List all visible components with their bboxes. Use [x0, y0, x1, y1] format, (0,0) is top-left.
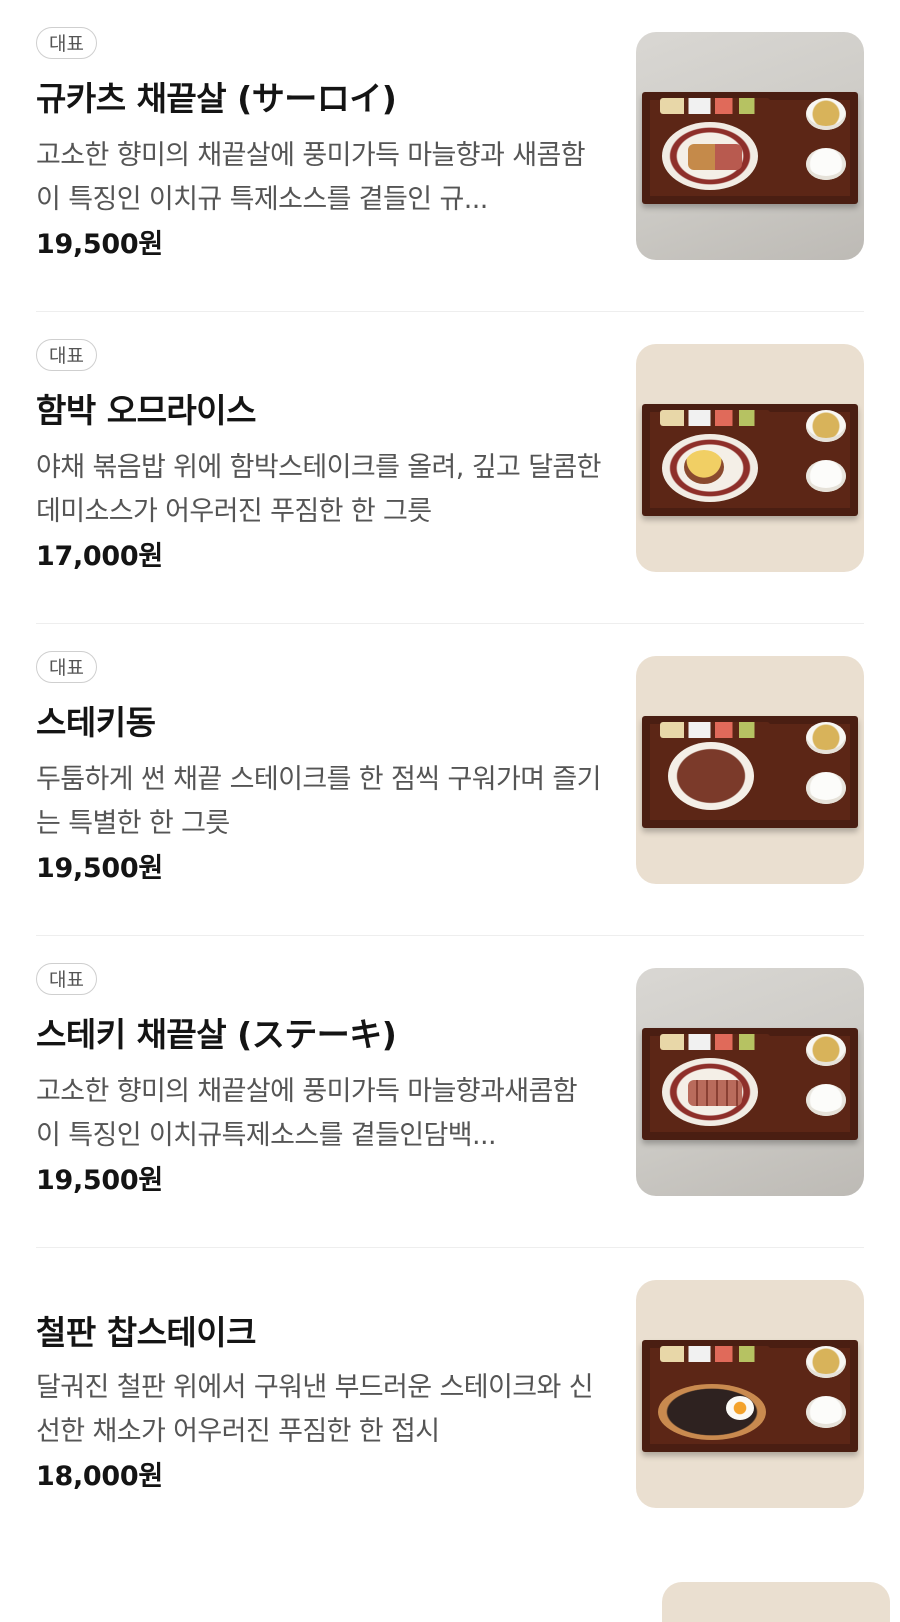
menu-item-price: 19,500원: [36, 853, 163, 884]
menu-item-photo[interactable]: [636, 1280, 864, 1508]
tray-image: [642, 716, 858, 828]
menu-item-description: 고소한 향미의 채끝살에 풍미가득 마늘향과 새콤함이 특징인 이치규 특제소스…: [36, 140, 586, 215]
tray-image: [642, 1340, 858, 1452]
menu-item-name: 스테키 채끝살 (ステーキ): [36, 1015, 397, 1054]
menu-item-description: 달궈진 철판 위에서 구워낸 부드러운 스테이크와 신선한 채소가 어우러진 푸…: [36, 1372, 594, 1447]
menu-item-name: 스테키동: [36, 703, 156, 742]
menu-item-photo[interactable]: [636, 32, 864, 260]
menu-item-description: 고소한 향미의 채끝살에 풍미가득 마늘향과새콤함이 특징인 이치규특제소스를 …: [36, 1076, 578, 1151]
menu-item-description: 야채 볶음밥 위에 함박스테이크를 올려, 깊고 달콤한 데미소스가 어우러진 …: [36, 452, 601, 527]
signature-badge: 대표: [36, 963, 97, 995]
menu-item[interactable]: 대표 함박 오므라이스 야채 볶음밥 위에 함박스테이크를 올려, 깊고 달콤한…: [36, 312, 864, 624]
next-item-photo-peek: [662, 1582, 890, 1622]
menu-item[interactable]: 대표 스테키동 두툼하게 썬 채끝 스테이크를 한 점씩 구워가며 즐기는 특별…: [36, 624, 864, 936]
signature-badge: 대표: [36, 339, 97, 371]
menu-item-photo[interactable]: [636, 344, 864, 572]
menu-item-name: 함박 오므라이스: [36, 391, 257, 430]
menu-item[interactable]: 철판 찹스테이크 달궈진 철판 위에서 구워낸 부드러운 스테이크와 신선한 채…: [36, 1248, 864, 1560]
menu-list: 대표 규카츠 채끝살 (サーロイ) 고소한 향미의 채끝살에 풍미가득 마늘향과…: [0, 0, 900, 1560]
menu-item[interactable]: 대표 스테키 채끝살 (ステーキ) 고소한 향미의 채끝살에 풍미가득 마늘향과…: [36, 936, 864, 1248]
menu-item-photo[interactable]: [636, 656, 864, 884]
menu-item-price: 17,000원: [36, 541, 163, 572]
menu-item[interactable]: 대표 규카츠 채끝살 (サーロイ) 고소한 향미의 채끝살에 풍미가득 마늘향과…: [36, 0, 864, 312]
signature-badge: 대표: [36, 27, 97, 59]
menu-item-description: 두툼하게 썬 채끝 스테이크를 한 점씩 구워가며 즐기는 특별한 한 그릇: [36, 764, 601, 839]
menu-item-name: 규카츠 채끝살 (サーロイ): [36, 79, 397, 118]
menu-item-price: 18,000원: [36, 1461, 163, 1492]
tray-image: [642, 92, 858, 204]
menu-item-price: 19,500원: [36, 229, 163, 260]
menu-item-price: 19,500원: [36, 1165, 163, 1196]
tray-image: [642, 1028, 858, 1140]
menu-item-photo[interactable]: [636, 968, 864, 1196]
menu-item-name: 철판 찹스테이크: [36, 1313, 257, 1352]
signature-badge: 대표: [36, 651, 97, 683]
tray-image: [642, 404, 858, 516]
